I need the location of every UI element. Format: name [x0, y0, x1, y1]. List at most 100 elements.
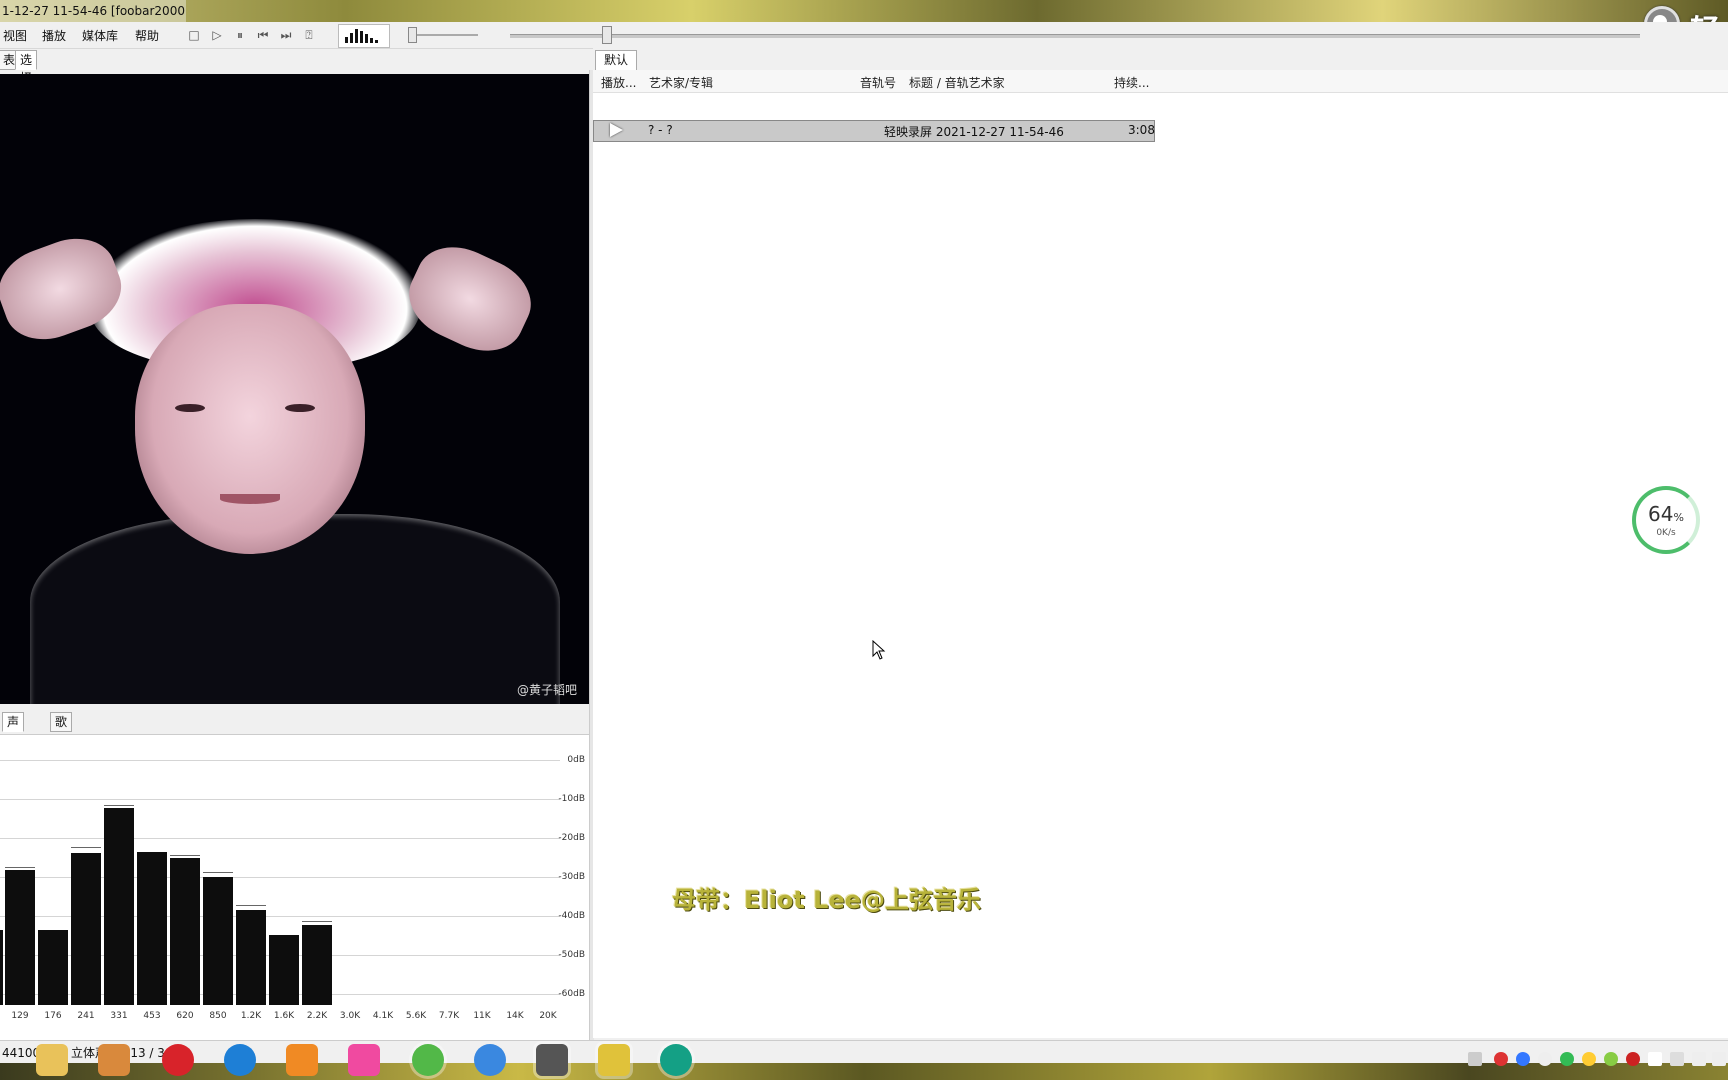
kugou-icon[interactable]	[224, 1044, 256, 1076]
pause-icon[interactable]: ⏸	[232, 27, 248, 43]
viz-bar	[345, 37, 348, 43]
notes-app-icon[interactable]	[286, 1044, 318, 1076]
random-icon[interactable]: ⍰	[301, 27, 317, 43]
spectrum-peak	[203, 872, 233, 873]
video-caption: 母带：Eliot Lee@上弦音乐	[672, 886, 982, 914]
media-player-icon[interactable]	[98, 1044, 130, 1076]
freq-label: 129	[11, 1011, 29, 1021]
row-artist-album: ? - ?	[648, 123, 673, 137]
visualization-box	[338, 24, 390, 48]
system-tray	[1458, 1050, 1728, 1072]
netease-music-icon[interactable]	[162, 1044, 194, 1076]
tray-netease-icon[interactable]	[1626, 1052, 1640, 1066]
menu-view[interactable]: 视图	[3, 27, 27, 44]
tray-kugou-icon[interactable]	[1516, 1052, 1530, 1066]
freq-label: 1.2K	[240, 1011, 262, 1021]
spectrum-bar	[269, 935, 299, 1005]
tray-red-icon[interactable]	[1494, 1052, 1508, 1066]
db-label: 0dB	[567, 755, 585, 765]
viz-bar	[355, 29, 358, 43]
tray-tool-icon[interactable]	[1670, 1052, 1684, 1066]
freq-label: 5.6K	[405, 1011, 427, 1021]
db-label: -50dB	[558, 950, 585, 960]
column-duration[interactable]: 持续...	[1114, 74, 1149, 91]
freq-label: 331	[110, 1011, 128, 1021]
playlist-tabbar: 默认	[593, 48, 1728, 71]
viz-bar	[375, 40, 378, 43]
tab-lyrics[interactable]: 歌词	[50, 712, 73, 747]
network-speed-widget[interactable]: 64% 0K/s	[1632, 486, 1700, 554]
playlist-row[interactable]: ? - ? 轻映录屏 2021-12-27 11-54-46 3:08	[593, 120, 1155, 142]
menu-library[interactable]: 媒体库	[82, 27, 118, 44]
speed-rate: 0K/s	[1656, 528, 1676, 538]
freq-label: 2.2K	[306, 1011, 328, 1021]
seek-handle[interactable]	[602, 26, 612, 44]
stop-icon[interactable]: □	[186, 27, 202, 43]
browser-icon[interactable]	[474, 1044, 506, 1076]
freq-label: 7.7K	[438, 1011, 460, 1021]
menu-playback[interactable]: 播放	[42, 27, 66, 44]
file-explorer-icon[interactable]	[36, 1044, 68, 1076]
album-art: @黄子韬吧	[0, 74, 589, 704]
db-gridline	[0, 838, 560, 839]
spectrum-bar	[71, 853, 101, 1005]
freq-label: 3.0K	[339, 1011, 361, 1021]
desktop-wallpaper-top	[0, 0, 1728, 22]
tray-music-icon[interactable]	[1604, 1052, 1618, 1066]
row-duration: 3:08	[1128, 123, 1155, 137]
power-icon[interactable]	[1538, 1052, 1552, 1066]
column-playing[interactable]: 播放...	[601, 74, 636, 91]
spectrum-bar	[0, 930, 3, 1005]
download-app-icon[interactable]	[412, 1044, 444, 1076]
db-label: -60dB	[558, 989, 585, 999]
db-label: -30dB	[558, 872, 585, 882]
tray-shield-icon[interactable]	[1648, 1052, 1662, 1066]
network-icon[interactable]	[1692, 1052, 1706, 1066]
menu-toolbar: 视图 播放 媒体库 帮助 □ ▷ ⏸ ⏮ ⏭ ⍰	[0, 22, 1728, 49]
column-artist-album[interactable]: 艺术家/专辑	[649, 74, 713, 91]
db-gridline	[0, 760, 560, 761]
qq-music-icon[interactable]	[598, 1044, 630, 1076]
tab-default-playlist[interactable]: 默认	[595, 50, 638, 70]
volume-track[interactable]	[408, 34, 478, 36]
volume-handle[interactable]	[408, 27, 417, 43]
art-face	[135, 304, 365, 554]
spectrum-peak	[104, 805, 134, 806]
foobar-icon[interactable]	[536, 1044, 568, 1076]
menu-help[interactable]: 帮助	[135, 27, 159, 44]
spectrum-bar	[5, 870, 35, 1005]
window-title: 1-12-27 11-54-46 [foobar2000]	[0, 0, 186, 22]
freq-label: 11K	[473, 1011, 491, 1021]
freq-label: 453	[143, 1011, 161, 1021]
db-gridline	[0, 799, 560, 800]
viz-bar	[360, 31, 363, 43]
volume-icon[interactable]	[1712, 1052, 1726, 1066]
art-eyes	[175, 404, 325, 414]
spectrum-bar	[236, 910, 266, 1005]
freq-label: 1.6K	[273, 1011, 295, 1021]
taskbar	[0, 1040, 1728, 1080]
tray-yellow-icon[interactable]	[1582, 1052, 1596, 1066]
spectrum-bar	[302, 925, 332, 1005]
next-icon[interactable]: ⏭	[278, 27, 294, 43]
spectrum-bar	[203, 877, 233, 1005]
freq-label: 620	[176, 1011, 194, 1021]
spectrum-peak	[170, 855, 200, 856]
tab-selection-properties[interactable]: 选择项属性	[15, 50, 38, 139]
youku-icon[interactable]	[348, 1044, 380, 1076]
keyboard-icon[interactable]	[1468, 1052, 1482, 1066]
art-right-hand	[396, 232, 544, 366]
seek-bar[interactable]	[510, 34, 1640, 38]
tray-green-icon[interactable]	[1560, 1052, 1574, 1066]
play-icon[interactable]: ▷	[209, 27, 225, 43]
column-title-artist[interactable]: 标题 / 音轨艺术家	[909, 74, 1005, 91]
tab-spectrum[interactable]: 声量计	[2, 712, 25, 765]
spectrum-bar	[137, 852, 167, 1005]
viz-bar	[365, 34, 368, 43]
previous-icon[interactable]: ⏮	[255, 27, 271, 43]
column-track-no[interactable]: 音轨号	[860, 74, 896, 91]
spectrum-peak	[236, 905, 266, 906]
screen-recorder-icon[interactable]	[660, 1044, 692, 1076]
freq-label: 14K	[506, 1011, 524, 1021]
art-mouth	[220, 494, 280, 504]
